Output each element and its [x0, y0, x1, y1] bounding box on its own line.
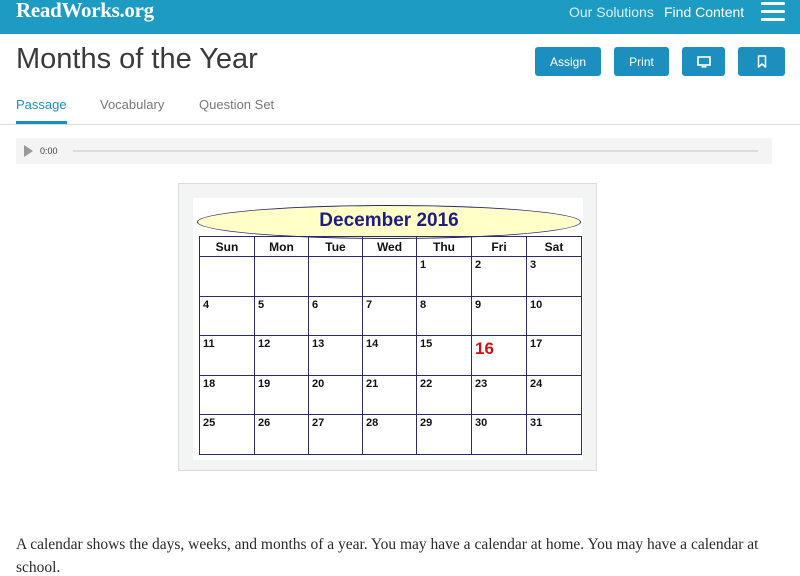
weekday-header: Sun [199, 236, 255, 257]
calendar-day: 2 [471, 256, 527, 297]
calendar-figure: December 2016 Sun Mon Tue Wed Thu Fri Sa… [178, 183, 597, 471]
audio-time: 0:00 [40, 146, 58, 156]
weekday-header: Fri [471, 236, 527, 257]
top-navigation-bar: ReadWorks.org Our Solutions Find Content [0, 0, 800, 34]
calendar-day: 18 [199, 374, 255, 415]
calendar-day: 12 [254, 335, 309, 376]
content-tabs: Passage Vocabulary Question Set [0, 88, 800, 125]
play-icon[interactable] [24, 145, 33, 157]
calendar-day: 15 [416, 335, 472, 376]
calendar-day: 3 [526, 256, 582, 297]
calendar-day: 26 [254, 414, 309, 455]
calendar-day: 19 [254, 374, 309, 415]
calendar-day-highlighted: 16 [471, 335, 527, 376]
calendar-day: 31 [526, 414, 582, 455]
assign-button[interactable]: Assign [535, 47, 601, 76]
calendar-day: 21 [362, 374, 417, 415]
calendar-day: 14 [362, 335, 417, 376]
calendar-day: 6 [308, 295, 363, 336]
calendar-day: 30 [471, 414, 527, 455]
calendar-week-row: 18 19 20 21 22 23 24 [199, 374, 582, 415]
tab-passage[interactable]: Passage [16, 97, 67, 112]
calendar-day: 9 [471, 295, 527, 336]
weekday-header: Thu [416, 236, 472, 257]
calendar-day [254, 256, 309, 297]
print-button[interactable]: Print [614, 47, 669, 76]
calendar-day: 8 [416, 295, 472, 336]
active-tab-indicator [16, 121, 67, 124]
calendar-day: 24 [526, 374, 582, 415]
calendar-day: 28 [362, 414, 417, 455]
nav-our-solutions[interactable]: Our Solutions [569, 4, 654, 20]
calendar-day: 1 [416, 256, 472, 297]
calendar-week-row: 1 2 3 [199, 256, 582, 297]
projector-button[interactable] [682, 47, 725, 76]
bookmark-button[interactable] [738, 47, 785, 76]
calendar-day: 20 [308, 374, 363, 415]
calendar-day: 23 [471, 374, 527, 415]
calendar-day [199, 256, 255, 297]
audio-player: 0:00 [16, 138, 772, 164]
readworks-logo[interactable]: ReadWorks.org [16, 0, 154, 23]
calendar-day: 10 [526, 295, 582, 336]
nav-find-content[interactable]: Find Content [664, 4, 744, 20]
calendar-day: 7 [362, 295, 417, 336]
audio-progress-bar[interactable] [73, 150, 758, 152]
calendar-day [362, 256, 417, 297]
calendar-day: 11 [199, 335, 255, 376]
weekday-header: Mon [254, 236, 309, 257]
calendar-day: 29 [416, 414, 472, 455]
weekday-header: Sat [526, 236, 582, 257]
calendar-grid: Sun Mon Tue Wed Thu Fri Sat 1 2 3 4 5 6 … [199, 236, 582, 455]
calendar-image: December 2016 Sun Mon Tue Wed Thu Fri Sa… [193, 198, 583, 460]
page-title: Months of the Year [16, 43, 258, 75]
calendar-day: 13 [308, 335, 363, 376]
passage-paragraph: A calendar shows the days, weeks, and mo… [16, 536, 759, 576]
calendar-weekday-row: Sun Mon Tue Wed Thu Fri Sat [199, 236, 582, 257]
calendar-day [308, 256, 363, 297]
weekday-header: Wed [362, 236, 417, 257]
calendar-day: 5 [254, 295, 309, 336]
calendar-week-row: 11 12 13 14 15 16 17 [199, 335, 582, 376]
tab-question-set[interactable]: Question Set [199, 97, 274, 112]
menu-icon[interactable] [761, 2, 785, 22]
calendar-day: 17 [526, 335, 582, 376]
calendar-week-row: 25 26 27 28 29 30 31 [199, 414, 582, 455]
tab-vocabulary[interactable]: Vocabulary [100, 97, 164, 112]
bookmark-icon [757, 55, 766, 68]
calendar-day: 25 [199, 414, 255, 455]
calendar-day: 4 [199, 295, 255, 336]
monitor-icon [696, 55, 711, 68]
weekday-header: Tue [308, 236, 363, 257]
calendar-day: 27 [308, 414, 363, 455]
calendar-week-row: 4 5 6 7 8 9 10 [199, 295, 582, 336]
calendar-day: 22 [416, 374, 472, 415]
calendar-title: December 2016 [319, 210, 459, 231]
